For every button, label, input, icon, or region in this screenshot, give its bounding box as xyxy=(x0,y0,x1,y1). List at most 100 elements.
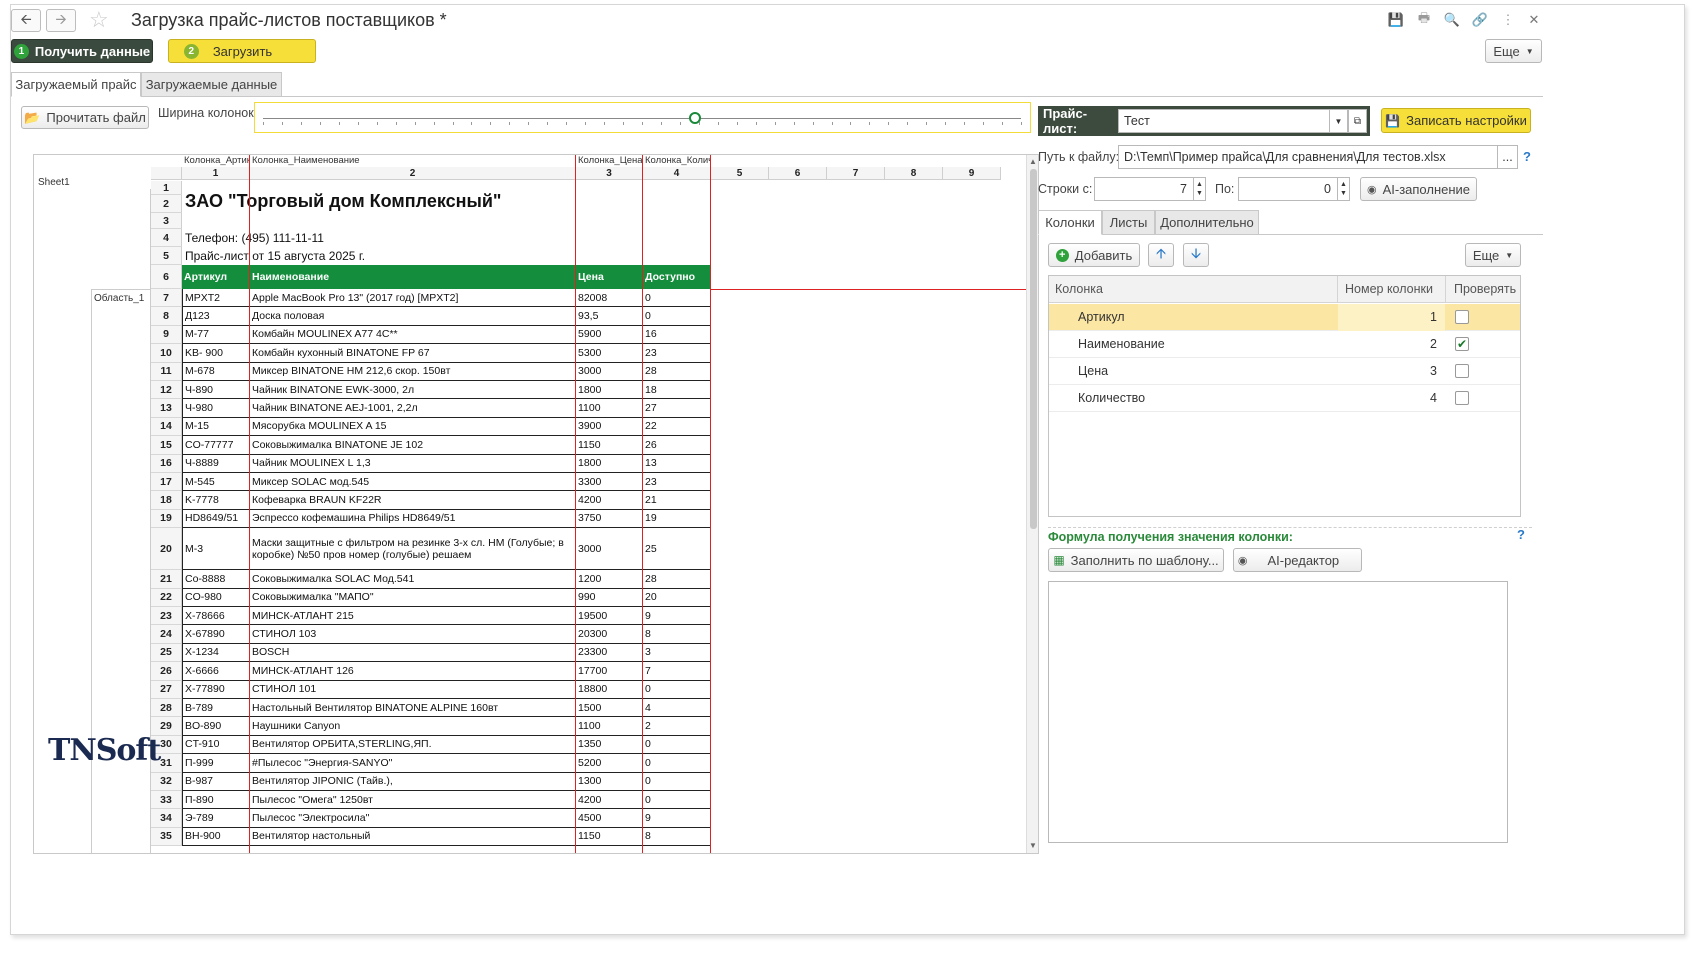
table-cell[interactable]: CO-980 xyxy=(182,588,250,607)
table-cell[interactable]: Вентилятор JIPONIC (Тайв.), xyxy=(250,772,576,791)
table-cell[interactable]: BH-900 xyxy=(182,827,250,847)
table-cell[interactable]: 1150 xyxy=(576,827,643,847)
table-cell[interactable]: 16 xyxy=(643,325,711,345)
table-cell[interactable]: 1150 xyxy=(576,436,643,455)
row-number[interactable]: 8 xyxy=(151,307,182,326)
table-cell[interactable]: 20 xyxy=(643,588,711,607)
add-button[interactable]: + Добавить xyxy=(1048,243,1140,267)
table-cell[interactable]: HD8649/51 xyxy=(182,509,250,529)
fill-template-button[interactable]: ▦ Заполнить по шаблону... xyxy=(1048,548,1224,572)
help-icon[interactable]: ? xyxy=(1523,149,1531,164)
rows-from-spinner[interactable]: ▲ ▼ xyxy=(1193,177,1206,201)
table-cell[interactable]: 3750 xyxy=(576,509,643,529)
table-cell[interactable]: Мясорубка MOULINEX A 15 xyxy=(250,417,576,437)
table-cell[interactable]: 23 xyxy=(643,473,711,492)
column-name-cell[interactable]: Количество xyxy=(1078,391,1145,405)
table-cell[interactable]: Настольный Вентилятор BINATONE ALPINE 16… xyxy=(250,699,576,718)
row-number[interactable]: 1 xyxy=(151,181,182,195)
scroll-down-icon[interactable]: ▼ xyxy=(1029,841,1037,850)
move-down-button[interactable]: 🡫 xyxy=(1183,243,1209,267)
row-number[interactable]: 9 xyxy=(151,325,182,345)
row-number[interactable]: 5 xyxy=(151,247,182,265)
table-cell[interactable]: 19500 xyxy=(576,607,643,626)
row-number[interactable]: 19 xyxy=(151,509,182,529)
column-number[interactable]: 4 xyxy=(643,167,711,180)
table-cell[interactable]: 1500 xyxy=(576,699,643,718)
preview-icon[interactable]: 🔍 xyxy=(1443,11,1461,29)
table-cell[interactable]: 5900 xyxy=(576,325,643,345)
scroll-up-icon[interactable]: ▲ xyxy=(1029,157,1037,166)
header-column[interactable]: Колонка xyxy=(1055,282,1103,296)
table-cell[interactable]: 28 xyxy=(643,570,711,589)
forward-button[interactable]: 🡪 xyxy=(46,9,76,32)
table-cell[interactable]: #Пылесос "Энергия-SANYO" xyxy=(250,754,576,773)
spin-up-icon[interactable]: ▲ xyxy=(1196,180,1203,189)
table-cell[interactable]: Э-789 xyxy=(182,809,250,828)
table-cell[interactable]: KB- 900 xyxy=(182,344,250,363)
table-cell[interactable]: Наушники Canyon xyxy=(250,717,576,736)
table-cell[interactable]: Маски защитные с фильтром на резинке 3-х… xyxy=(250,528,576,571)
table-cell[interactable]: СТИНОЛ 103 xyxy=(250,625,576,644)
table-cell[interactable]: Чайник BINATONE AEJ-1001, 2,2л xyxy=(250,399,576,418)
table-cell[interactable]: X-6666 xyxy=(182,662,250,681)
table-cell[interactable]: 4 xyxy=(643,699,711,718)
row-number[interactable]: 4 xyxy=(151,229,182,247)
row-number[interactable]: 12 xyxy=(151,381,182,400)
tab-additional[interactable]: Дополнительно xyxy=(1155,210,1259,235)
table-cell[interactable]: 22 xyxy=(643,417,711,437)
slider-thumb[interactable] xyxy=(689,112,702,124)
spin-down-icon[interactable]: ▼ xyxy=(1340,189,1347,198)
table-cell[interactable]: 0 xyxy=(643,772,711,791)
table-cell[interactable]: 9 xyxy=(643,607,711,626)
table-cell[interactable]: 3000 xyxy=(576,362,643,381)
row-number[interactable]: 17 xyxy=(151,473,182,492)
column-name-cell[interactable]: Наименование xyxy=(1078,337,1165,351)
table-cell[interactable]: 1800 xyxy=(576,381,643,400)
row-number[interactable]: 15 xyxy=(151,436,182,455)
row-number[interactable]: 7 xyxy=(151,289,182,308)
table-cell[interactable]: 0 xyxy=(643,307,711,326)
table-cell[interactable]: Комбайн MOULINEX A77 4C** xyxy=(250,325,576,345)
row-number[interactable]: 13 xyxy=(151,399,182,418)
row-number[interactable]: 18 xyxy=(151,491,182,510)
column-number-cell[interactable]: 3 xyxy=(1349,364,1437,378)
table-cell[interactable]: СТИНОЛ 101 xyxy=(250,680,576,699)
table-cell[interactable]: 4200 xyxy=(576,791,643,810)
table-cell[interactable]: 5300 xyxy=(576,344,643,363)
table-cell[interactable]: M-678 xyxy=(182,362,250,381)
table-cell[interactable]: Соковыжималка BINATONE JE 102 xyxy=(250,436,576,455)
table-cell[interactable]: Чайник BINATONE EWK-3000, 2л xyxy=(250,381,576,400)
table-cell[interactable]: 1200 xyxy=(576,570,643,589)
table-row[interactable]: Артикул 1 xyxy=(1049,304,1520,331)
row-number[interactable]: 33 xyxy=(151,791,182,810)
ai-editor-button[interactable]: ◉ AI-редактор xyxy=(1233,548,1362,572)
table-cell[interactable]: 1800 xyxy=(576,454,643,473)
load-button[interactable]: 2 Загрузить xyxy=(168,39,316,63)
get-data-button[interactable]: 1 Получить данные xyxy=(11,39,153,63)
check-checkbox[interactable] xyxy=(1455,310,1469,324)
table-header-cell[interactable]: Артикул xyxy=(182,265,250,289)
table-cell[interactable]: X-67890 xyxy=(182,625,250,644)
table-cell[interactable]: 26 xyxy=(643,436,711,455)
table-cell[interactable]: 21 xyxy=(643,491,711,510)
table-cell[interactable]: Эспрессо кофемашина Philips HD8649/51 xyxy=(250,509,576,529)
move-up-button[interactable]: 🡩 xyxy=(1148,243,1174,267)
rows-from-input[interactable]: 7 xyxy=(1094,177,1194,201)
table-header-cell[interactable]: Доступно xyxy=(643,265,711,289)
column-number[interactable]: 2 xyxy=(250,167,576,180)
table-cell[interactable]: 990 xyxy=(576,588,643,607)
table-cell[interactable]: 5200 xyxy=(576,754,643,773)
tab-sheets[interactable]: Листы xyxy=(1102,210,1155,235)
table-cell[interactable]: Чайник MOULINEX L 1,3 xyxy=(250,454,576,473)
table-cell[interactable]: 8 xyxy=(643,827,711,847)
scrollbar-thumb[interactable] xyxy=(1030,169,1037,529)
column-number[interactable]: 8 xyxy=(885,167,943,180)
table-cell[interactable]: 0 xyxy=(643,754,711,773)
table-cell[interactable]: 8 xyxy=(643,625,711,644)
table-cell[interactable]: 3000 xyxy=(576,528,643,571)
table-cell[interactable]: 82008 xyxy=(576,289,643,308)
column-number[interactable]: 6 xyxy=(769,167,827,180)
table-cell[interactable]: Пылесос "Омега" 1250вт xyxy=(250,791,576,810)
column-number-cell[interactable]: 1 xyxy=(1349,310,1437,324)
path-browse-button[interactable]: ... xyxy=(1497,145,1518,169)
